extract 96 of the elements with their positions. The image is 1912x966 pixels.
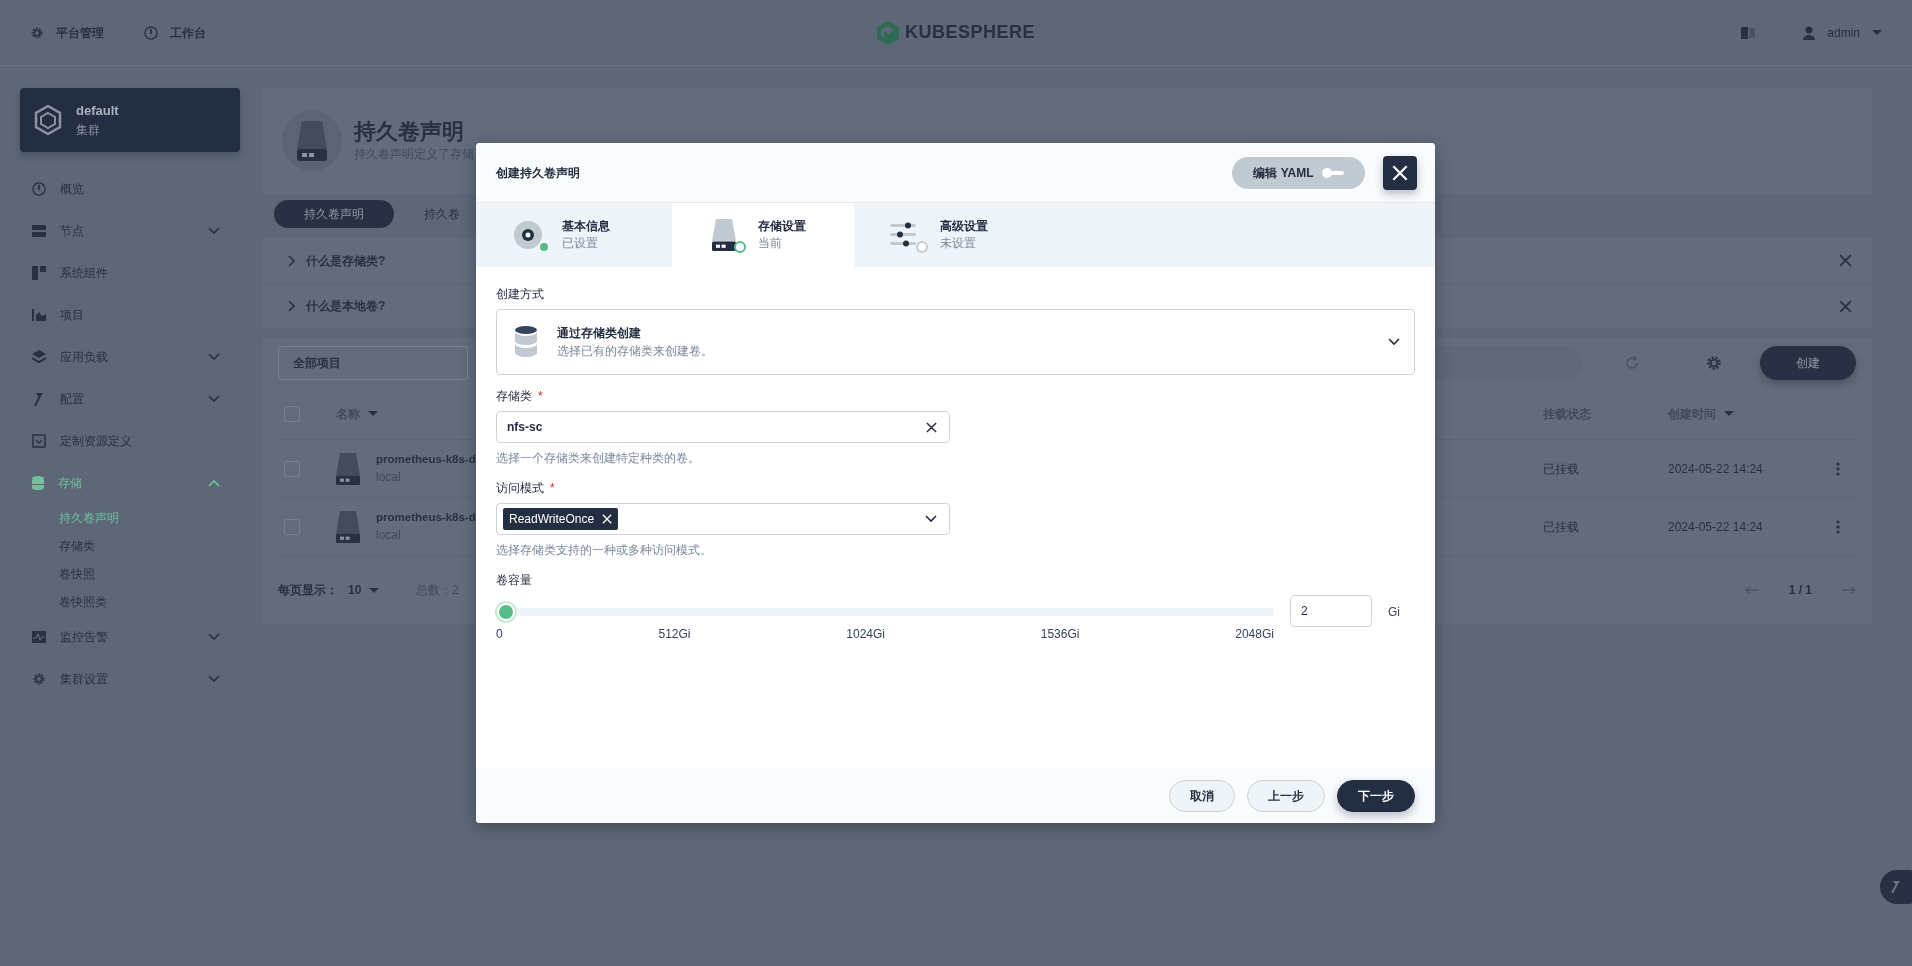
chevron-up-icon <box>208 479 220 487</box>
drive-icon <box>712 219 736 251</box>
blocks-icon <box>32 266 46 280</box>
book-icon[interactable] <box>1741 26 1756 39</box>
user-icon <box>1803 25 1816 40</box>
close-icon <box>1392 164 1408 181</box>
drive-icon <box>336 452 360 485</box>
kebab-icon[interactable] <box>1836 461 1840 476</box>
access-mode-select[interactable]: ReadWriteOnce <box>496 503 950 535</box>
field-hint: 选择一个存储类来创建特定种类的卷。 <box>496 450 701 467</box>
chevron-down-icon <box>208 395 220 403</box>
refresh-icon[interactable] <box>1624 355 1640 371</box>
gauge-icon <box>144 25 158 40</box>
settings-icon[interactable] <box>1706 355 1722 371</box>
tick-label: 0 <box>496 626 503 643</box>
chevron-down-icon <box>208 353 220 361</box>
step-tab[interactable]: 高级设置 未设置 <box>854 203 1036 267</box>
tip-link[interactable]: 什么是存储类? <box>306 251 386 270</box>
chevron-right-icon <box>288 300 296 312</box>
field-label: 存储类 <box>496 388 532 405</box>
tab[interactable]: 持久卷声明 <box>274 200 394 228</box>
sort-icon[interactable] <box>368 411 378 416</box>
nav-subitem[interactable]: 持久卷声明 <box>20 504 240 532</box>
volume-name[interactable]: prometheus-k8s-d <box>376 450 476 469</box>
layers-icon <box>32 350 46 364</box>
cluster-card[interactable]: default 集群 <box>20 88 240 152</box>
field-label: 卷容量 <box>496 572 532 589</box>
selected-value: nfs-sc <box>507 419 544 436</box>
switch[interactable] <box>1321 167 1344 178</box>
mode-tag[interactable]: ReadWriteOnce <box>503 508 619 530</box>
database-icon <box>515 326 537 358</box>
logo-icon <box>877 20 899 45</box>
sort-icon[interactable] <box>1724 411 1734 416</box>
table-cell-text: 2024-05-22 14:24 <box>1668 518 1764 536</box>
close-button[interactable] <box>1383 155 1417 190</box>
page-indicator: 1 / 1 <box>1788 582 1812 599</box>
chevron-down-icon <box>208 227 220 235</box>
pulse-icon <box>32 631 46 643</box>
user-menu[interactable]: admin <box>1803 23 1882 42</box>
cluster-type: 集群 <box>76 121 101 139</box>
tick-label: 1536Gi <box>1040 626 1080 643</box>
dialog-button[interactable]: 取消 <box>1169 779 1235 812</box>
cluster-name: default <box>76 102 119 121</box>
gauge-icon <box>32 182 46 196</box>
field-label: 创建方式 <box>496 286 544 303</box>
step-tab[interactable]: 存储设置 当前 <box>672 203 854 267</box>
field-label: 访问模式 <box>496 480 544 497</box>
dialog-title: 创建持久卷声明 <box>496 164 580 182</box>
table-cell-text: 2024-05-22 14:24 <box>1668 460 1764 478</box>
required-mark: * <box>550 480 555 497</box>
caret-icon <box>369 587 380 593</box>
unit-label: Gi <box>1388 604 1400 621</box>
next-button[interactable]: 下一步 <box>1337 779 1415 812</box>
kebab-icon[interactable] <box>1836 519 1840 534</box>
page-size-label: 每页显示： <box>278 582 338 599</box>
prev-icon[interactable] <box>1744 586 1759 594</box>
tick-label: 512Gi <box>658 626 691 643</box>
chevron-down-icon <box>208 633 220 641</box>
slider-handle[interactable] <box>496 603 515 621</box>
dialog-button[interactable]: 上一步 <box>1247 779 1325 812</box>
hammer-icon <box>1888 880 1902 894</box>
cube-icon <box>34 105 62 135</box>
page-size-select[interactable]: 10 <box>348 581 380 599</box>
chevron-down-icon <box>1388 338 1400 346</box>
hammer-icon <box>32 392 46 406</box>
gear-icon <box>32 672 46 686</box>
step-tab[interactable]: 基本信息 已设置 <box>476 203 672 267</box>
document-icon <box>32 434 46 448</box>
chevron-down-icon <box>208 675 220 683</box>
next-icon[interactable] <box>1842 586 1856 594</box>
chevron-down-icon <box>925 515 937 523</box>
storage-class-select[interactable]: nfs-sc <box>496 411 950 443</box>
database-icon <box>32 476 44 490</box>
volume-name[interactable]: prometheus-k8s-d <box>376 508 476 527</box>
chevron-right-icon <box>288 254 296 267</box>
yaml-toggle[interactable]: 编辑 YAML <box>1232 156 1365 189</box>
required-mark: * <box>538 388 543 405</box>
project-select[interactable]: 全部项目 <box>278 346 468 380</box>
drive-icon <box>336 510 360 543</box>
field-hint: 选择存储类支持的一种或多种访问模式。 <box>496 542 713 559</box>
close-icon[interactable] <box>926 421 937 433</box>
capacity-input[interactable]: 2 <box>1290 595 1372 627</box>
gear-icon <box>30 25 44 40</box>
tip-link[interactable]: 什么是本地卷? <box>306 297 386 315</box>
method-select[interactable]: 通过存储类创建 选择已有的存储类来创建卷。 <box>496 309 1415 375</box>
nav-item[interactable]: 存储 <box>20 462 240 504</box>
tool-button[interactable] <box>1880 870 1912 904</box>
caret-icon <box>1872 30 1882 35</box>
tick-label: 2048Gi <box>1235 626 1274 643</box>
chart-icon <box>32 309 46 321</box>
tick-label: 1024Gi <box>846 626 885 643</box>
drive-icon <box>297 121 327 161</box>
create-button[interactable]: 创建 <box>1760 346 1856 380</box>
disc-icon <box>513 220 543 250</box>
server-icon <box>32 225 46 237</box>
page-title: 持久卷声明 <box>354 118 465 146</box>
